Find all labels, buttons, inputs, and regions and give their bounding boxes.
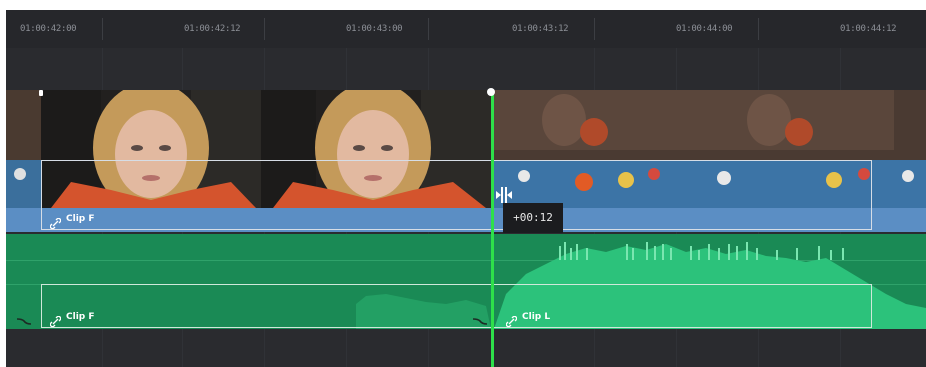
playhead[interactable] — [491, 90, 494, 367]
fade-curve-icon[interactable] — [16, 311, 32, 325]
timecode-label: 01:00:43:12 — [512, 24, 569, 34]
edit-timeline[interactable]: 01:00:42:00 01:00:42:12 01:00:43:00 01:0… — [6, 10, 926, 367]
video-thumbnail — [6, 90, 41, 208]
playhead-handle[interactable] — [487, 88, 495, 96]
ruler-tick — [758, 18, 759, 40]
selected-video-clip-outline[interactable] — [41, 160, 872, 230]
clip-edge-handle[interactable] — [39, 90, 43, 96]
timecode-label: 01:00:42:12 — [184, 24, 241, 34]
video-thumbnail — [894, 90, 926, 208]
ruler-tick — [428, 18, 429, 40]
selected-audio-clip-outline[interactable] — [41, 284, 872, 328]
ruler-tick — [264, 18, 265, 40]
timecode-label: 01:00:42:00 — [20, 24, 77, 34]
timecode-label: 01:00:44:12 — [840, 24, 897, 34]
timecode-label: 01:00:44:00 — [676, 24, 733, 34]
ruler-tick — [102, 18, 103, 40]
timecode-ruler[interactable]: 01:00:42:00 01:00:42:12 01:00:43:00 01:0… — [6, 10, 926, 48]
ruler-tick — [594, 18, 595, 40]
timecode-label: 01:00:43:00 — [346, 24, 403, 34]
trim-offset-tooltip: +00:12 — [503, 203, 563, 233]
